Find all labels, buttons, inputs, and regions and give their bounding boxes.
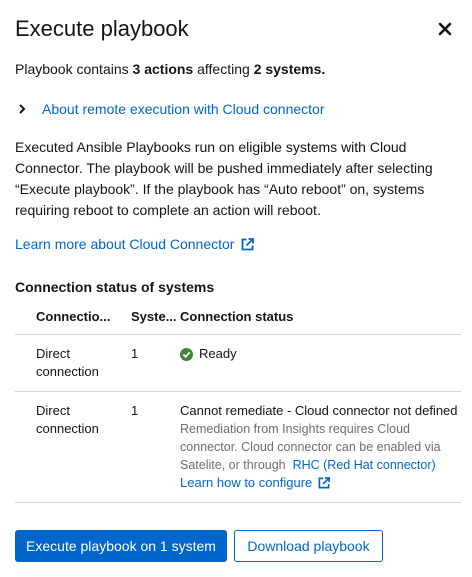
connection-status-table: Connectio... Syste... Connection status … xyxy=(15,300,461,503)
summary-actions: 3 actions xyxy=(132,61,194,77)
cell-systems: 1 xyxy=(117,391,180,503)
cell-connection: Direct connection xyxy=(15,391,117,503)
cell-status: Cannot remediate - Cloud connector not d… xyxy=(180,391,461,503)
download-playbook-button[interactable]: Download playbook xyxy=(234,530,383,562)
remote-execution-expandable[interactable]: About remote execution with Cloud connec… xyxy=(15,99,325,119)
close-button[interactable] xyxy=(438,22,454,38)
learn-more-link[interactable]: Learn more about Cloud Connector xyxy=(15,236,255,252)
status-error-label: Cannot remediate - Cloud connector not d… xyxy=(180,403,458,418)
rhc-link[interactable]: RHC (Red Hat connector) xyxy=(293,458,436,472)
external-link-icon xyxy=(318,477,331,489)
table-row: Direct connection 1 Ready xyxy=(15,334,461,392)
table-header-row: Connectio... Syste... Connection status xyxy=(15,300,461,335)
status-detail: Remediation from Insights requires Cloud… xyxy=(180,420,461,474)
summary-prefix: Playbook contains xyxy=(15,61,133,77)
check-circle-icon xyxy=(180,347,193,361)
column-header-connection-status[interactable]: Connection status xyxy=(180,300,461,335)
connection-status-heading: Connection status of systems xyxy=(15,279,215,295)
cell-status: Ready xyxy=(180,334,461,392)
close-icon xyxy=(438,22,452,36)
configure-link[interactable]: Learn how to configure xyxy=(180,474,331,492)
cell-systems: 1 xyxy=(117,334,180,392)
playbook-summary: Playbook contains 3 actions affecting 2 … xyxy=(15,60,325,78)
description-text: Executed Ansible Playbooks run on eligib… xyxy=(15,139,433,218)
summary-systems: 2 systems. xyxy=(253,61,326,77)
table-row: Direct connection 1 Cannot remediate - C… xyxy=(15,391,461,503)
learn-more-label: Learn more about Cloud Connector xyxy=(15,236,235,252)
execute-playbook-button[interactable]: Execute playbook on 1 system xyxy=(15,530,227,562)
column-header-connection[interactable]: Connectio... xyxy=(15,300,117,335)
expandable-label: About remote execution with Cloud connec… xyxy=(42,101,325,117)
execute-playbook-modal: Execute playbook Playbook contains 3 act… xyxy=(0,0,472,577)
status-ready-label: Ready xyxy=(199,346,237,361)
cell-connection: Direct connection xyxy=(15,334,117,392)
external-link-icon xyxy=(242,237,255,250)
column-header-systems[interactable]: Syste... xyxy=(117,300,180,335)
modal-title: Execute playbook xyxy=(15,16,189,41)
configure-link-label: Learn how to configure xyxy=(180,475,313,490)
summary-middle: affecting xyxy=(193,61,254,77)
chevron-right-icon xyxy=(19,104,26,114)
